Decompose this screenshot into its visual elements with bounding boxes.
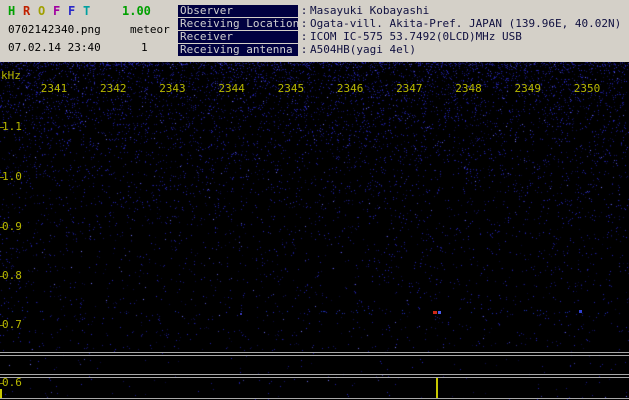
freq-label: 0.6 (2, 376, 22, 389)
info-label: Receiving Location (178, 17, 300, 30)
header: HROFFT 1.00 0702142340.png meteor 07.02.… (0, 0, 629, 62)
info-value: Ogata-vill. Akita-Pref. JAPAN (139.96E, … (310, 17, 622, 30)
time-label: 2344 (218, 82, 245, 95)
app-title-letter: T (83, 4, 91, 18)
time-label: 2346 (336, 82, 364, 95)
echo-count-tick (436, 378, 438, 398)
time-label: 2342 (99, 82, 127, 95)
output-filename: 0702142340.png (8, 23, 101, 36)
panel-line (0, 377, 629, 378)
meteor-echo-blue (438, 311, 441, 314)
freq-label: 1.0 (2, 170, 22, 183)
time-label: 2341 (40, 82, 68, 95)
panel-line (0, 355, 629, 356)
freq-label: 0.8 (2, 269, 22, 282)
time-label: 2345 (277, 82, 305, 95)
info-label: Receiving antenna (178, 44, 298, 56)
panel-line (0, 352, 629, 353)
mode-label: meteor (130, 23, 170, 36)
station-info: Observer: Masayuki Kobayashi Receiving Loc… (178, 5, 621, 57)
time-label: 2343 (159, 82, 186, 95)
info-separator: : (300, 17, 308, 30)
time-label: 2349 (514, 82, 542, 95)
spectrogram-noise-canvas (0, 62, 629, 400)
app-version: 1.00 (122, 4, 151, 18)
hrofft-output-image: HROFFT 1.00 0702142340.png meteor 07.02.… (0, 0, 629, 400)
channel-number: 1 (141, 41, 148, 54)
freq-label: 0.9 (2, 220, 22, 233)
spectrogram: kHz 2341 2342 2343 2344 2345 2346 2347 2348 2349… (0, 62, 629, 400)
timestamp: 07.02.14 23:40 (8, 41, 101, 54)
meteor-echo-red (433, 311, 437, 314)
info-value: Masayuki Kobayashi (310, 4, 430, 17)
app-title-letter: F (68, 4, 76, 18)
time-label: 2347 (396, 82, 423, 95)
time-label: 2350 (573, 82, 601, 95)
info-label: Receiver (178, 31, 298, 43)
freq-label: 1.1 (2, 120, 22, 133)
info-separator: : (300, 4, 308, 17)
app-title-letter: O (38, 4, 46, 18)
info-label: Observer (178, 5, 298, 17)
app-title-letter: H (8, 4, 16, 18)
info-value: A504HB(yagi 4el) (310, 43, 416, 56)
panel-line (0, 398, 629, 399)
info-row: Receiving antenna: A504HB(yagi 4el) (178, 44, 621, 57)
noise-dot-blue (240, 313, 242, 315)
app-title-letters: HROFFT (8, 4, 98, 18)
panel-line (0, 374, 629, 375)
info-separator: : (300, 30, 308, 43)
info-separator: : (300, 43, 308, 56)
panel-left-mark (0, 389, 2, 398)
app-title: HROFFT (8, 4, 98, 18)
echo-dot-blue (579, 310, 582, 313)
time-label: 2348 (455, 82, 482, 95)
app-title-letter: R (23, 4, 31, 18)
y-axis-unit: kHz (1, 69, 21, 82)
freq-label: 0.7 (2, 318, 22, 331)
info-value: ICOM IC-575 53.7492(0LCD)MHz USB (310, 30, 522, 43)
app-title-letter: F (53, 4, 61, 18)
